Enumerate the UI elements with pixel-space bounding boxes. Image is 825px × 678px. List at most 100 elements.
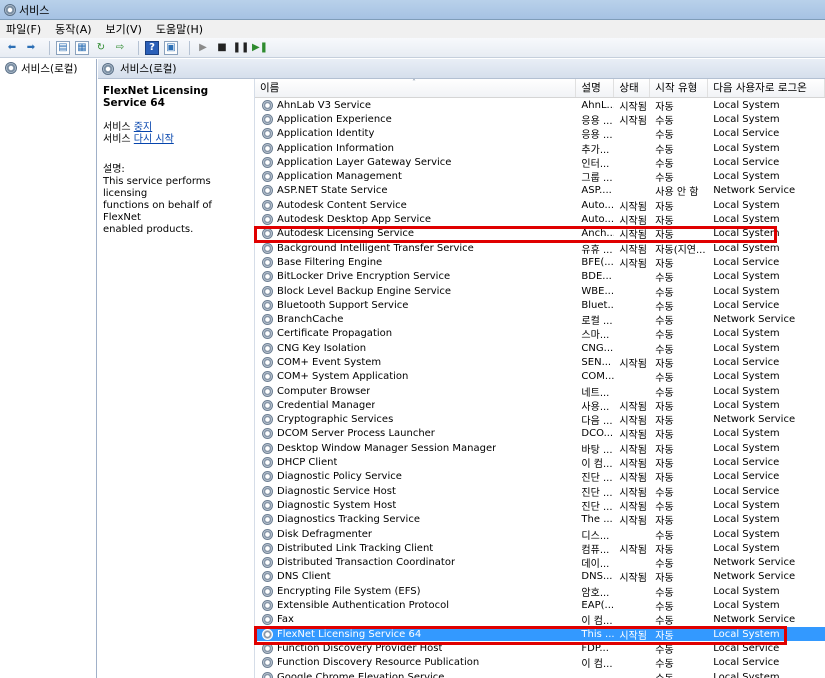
forward-arrow-icon[interactable]: ➡: [24, 41, 38, 55]
table-row[interactable]: Application Identity 응용 ... 수동 Local Servic…: [255, 127, 825, 141]
export-list-icon[interactable]: ⇨: [113, 41, 127, 55]
table-row[interactable]: Computer Browser 네트... 수동 Local System: [255, 384, 825, 399]
stop-service-link[interactable]: 중지: [134, 122, 152, 133]
column-header-description[interactable]: 설명: [576, 79, 615, 97]
table-row[interactable]: DNS Client DNS... 시작됨 자동 Network Service: [255, 570, 825, 584]
table-row[interactable]: DCOM Server Process Launcher DCO... 시작됨 자동 L…: [255, 427, 825, 441]
service-logon-cell: Local System: [713, 499, 780, 511]
table-row[interactable]: Diagnostic Service Host 진단 ... 시작됨 수동 Local …: [255, 484, 825, 499]
restart-service-icon[interactable]: ▶❚: [252, 41, 268, 55]
table-row[interactable]: Application Layer Gateway Service 인터... 수동…: [255, 155, 825, 170]
show-hide-action-pane-icon[interactable]: ▣: [164, 40, 178, 55]
table-row[interactable]: Diagnostics Tracking Service The ... 시작됨 자동…: [255, 513, 825, 527]
service-startup-type-cell: 수동: [655, 530, 674, 542]
service-logon-cell: Network Service: [713, 557, 796, 569]
service-logon-cell: Local Service: [713, 299, 780, 311]
table-row[interactable]: Distributed Link Tracking Client 컴퓨... 시작됨…: [255, 541, 825, 556]
selected-service-name: FlexNet Licensing Service 64: [103, 85, 209, 109]
table-row[interactable]: Block Level Backup Engine Service WBE... 수…: [255, 284, 825, 299]
refresh-icon[interactable]: ↻: [94, 41, 108, 55]
table-row[interactable]: BitLocker Drive Encryption Service BDE...…: [255, 270, 825, 284]
table-row[interactable]: Application Information 추가... 수동 Local Syst…: [255, 141, 825, 156]
table-row[interactable]: Function Discovery Provider Host FDP... 수동…: [255, 641, 825, 656]
table-row[interactable]: Disk Defragmenter 디스... 수동 Local System: [255, 527, 825, 542]
service-name-cell: Background Intelligent Transfer Service: [255, 242, 576, 254]
table-row[interactable]: Desktop Window Manager Session Manager 바탕…: [255, 441, 825, 456]
column-header-startup-type[interactable]: 시작 유형: [650, 79, 709, 97]
table-row[interactable]: Autodesk Content Service Auto... 시작됨 자동 Loca…: [255, 198, 825, 213]
list-body: AhnLab V3 Service AhnL... 시작됨 자동 Local Syste…: [255, 98, 825, 678]
table-row[interactable]: Encrypting File System (EFS) 암호... 수동 Local…: [255, 584, 825, 599]
service-startup-type-cell: 자동: [655, 459, 674, 471]
table-row[interactable]: Certificate Propagation 스마... 수동 Local Syst…: [255, 327, 825, 341]
table-row[interactable]: Diagnostic Policy Service 진단 ... 시작됨 자동 Loca…: [255, 470, 825, 484]
service-name-cell: Base Filtering Engine: [255, 256, 576, 268]
table-row[interactable]: BranchCache 로컬 ... 수동 Network Service: [255, 312, 825, 327]
service-logon-cell: Local Service: [713, 128, 780, 140]
service-name-cell: COM+ System Application: [255, 371, 576, 383]
back-arrow-icon[interactable]: ⬅: [5, 41, 19, 55]
table-row[interactable]: COM+ System Application COM... 수동 Local Sys…: [255, 370, 825, 384]
properties-icon[interactable]: ▦: [75, 40, 89, 55]
menu-file[interactable]: 파일(F): [6, 21, 41, 37]
table-row[interactable]: Autodesk Desktop App Service Auto... 시작됨 자동…: [255, 212, 825, 228]
table-row[interactable]: Distributed Transaction Coordinator 데이...…: [255, 556, 825, 570]
service-gear-icon: [262, 113, 273, 125]
stop-service-icon[interactable]: ■: [215, 41, 229, 55]
console-tree: 서비스(로컬): [0, 59, 97, 678]
table-row[interactable]: Autodesk Licensing Service Anch... 시작됨 자동 Lo…: [255, 227, 825, 241]
table-row[interactable]: Fax 이 컴... 수동 Network Service: [255, 613, 825, 627]
service-gear-icon: [262, 228, 273, 240]
restart-service-link[interactable]: 다시 시작: [134, 134, 174, 145]
table-row[interactable]: Extensible Authentication Protocol EAP(..…: [255, 598, 825, 613]
table-row[interactable]: Cryptographic Services 다음 ... 시작됨 자동 Network…: [255, 413, 825, 427]
service-description-cell: Auto...: [581, 214, 614, 226]
service-status-cell: 시작됨: [619, 216, 647, 228]
table-row[interactable]: Credential Manager 사용... 시작됨 자동 Local System: [255, 398, 825, 413]
service-gear-icon: [262, 242, 273, 254]
service-status-cell: 시작됨: [619, 459, 647, 471]
table-row[interactable]: ASP.NET State Service ASP.... 사용 안 함 Networ…: [255, 184, 825, 198]
service-logon-cell: Local System: [713, 271, 780, 283]
help-icon[interactable]: ?: [145, 40, 159, 55]
table-row[interactable]: Application Experience 응용 ... 시작됨 수동 Local S…: [255, 112, 825, 127]
service-gear-icon: [262, 371, 273, 383]
service-description-cell: SEN...: [581, 356, 612, 368]
table-row[interactable]: FlexNet Licensing Service 64 This ... 시작됨 자…: [255, 626, 825, 642]
service-startup-type-cell: 자동: [655, 416, 674, 428]
column-header-logon-as[interactable]: 다음 사용자로 로그온: [708, 79, 825, 97]
service-name-cell: Diagnostic Policy Service: [255, 471, 576, 483]
pause-service-icon[interactable]: ❚❚: [233, 41, 250, 55]
table-row[interactable]: DHCP Client 이 컴... 시작됨 자동 Local Service: [255, 455, 825, 471]
table-row[interactable]: Application Management 그룹 ... 수동 Local Syst…: [255, 169, 825, 184]
menu-help[interactable]: 도움말(H): [156, 21, 203, 37]
services-gear-icon: [5, 62, 17, 74]
table-row[interactable]: Bluetooth Support Service Bluet... 수동 Local…: [255, 298, 825, 313]
table-row[interactable]: Function Discovery Resource Publication 이…: [255, 656, 825, 670]
service-startup-type-cell: 자동: [655, 101, 674, 113]
table-row[interactable]: COM+ Event System SEN... 시작됨 자동 Local Servic…: [255, 355, 825, 370]
table-row[interactable]: Background Intelligent Transfer Service 유…: [255, 241, 825, 256]
start-service-icon[interactable]: ▶: [196, 41, 210, 55]
service-status-cell: 시작됨: [619, 573, 647, 585]
table-row[interactable]: Base Filtering Engine BFE(... 시작됨 자동 Local S…: [255, 255, 825, 270]
service-name-cell: AhnLab V3 Service: [255, 99, 576, 111]
table-row[interactable]: AhnLab V3 Service AhnL... 시작됨 자동 Local Syste…: [255, 98, 825, 113]
tree-node-services-local[interactable]: 서비스(로컬): [0, 59, 96, 77]
show-console-tree-icon[interactable]: ▤: [56, 40, 70, 55]
table-row[interactable]: Diagnostic System Host 진단 ... 시작됨 수동 Local S…: [255, 498, 825, 513]
service-startup-type-cell: 수동: [655, 373, 674, 385]
service-gear-icon: [262, 256, 273, 268]
service-gear-icon: [262, 156, 273, 168]
table-row[interactable]: Google Chrome Elevation Service 수동 Local S…: [255, 670, 825, 678]
menu-action[interactable]: 동작(A): [55, 21, 91, 37]
service-gear-icon: [262, 442, 273, 454]
service-description-cell: 컴퓨...: [581, 544, 610, 556]
column-header-status[interactable]: 상태: [614, 79, 651, 97]
service-startup-type-cell: 수동: [655, 287, 674, 299]
service-name-cell: Bluetooth Support Service: [255, 299, 576, 311]
service-name-cell: FlexNet Licensing Service 64: [255, 628, 576, 640]
service-description-cell: 유휴 ...: [581, 244, 613, 256]
table-row[interactable]: CNG Key Isolation CNG... 수동 Local System: [255, 341, 825, 356]
menu-view[interactable]: 보기(V): [106, 21, 142, 37]
